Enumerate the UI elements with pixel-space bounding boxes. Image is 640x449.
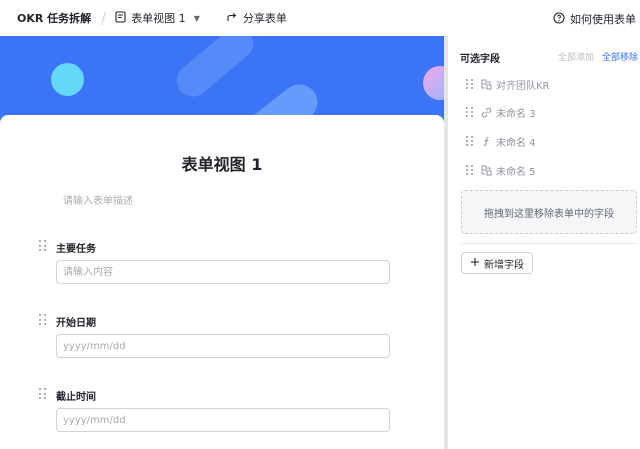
- optional-field-item[interactable]: 未命名 3: [466, 104, 636, 120]
- question-icon: [553, 11, 565, 27]
- panel-title: 可选字段: [460, 54, 500, 65]
- optional-field-item[interactable]: 未命名 5: [466, 162, 636, 178]
- banner-decoration: [170, 36, 260, 104]
- breadcrumb-separator: [101, 11, 106, 25]
- help-label: 如何使用表单: [570, 13, 636, 26]
- view-switcher[interactable]: 表单视图 1 ▼: [115, 10, 200, 26]
- form-card: 表单视图 1 请输入表单描述 主要任务 开始日期 截止时间: [0, 115, 444, 449]
- plus-icon: [470, 257, 480, 270]
- lookup-icon: [480, 164, 492, 176]
- field-label: 截止时间: [56, 392, 96, 403]
- drag-handle-icon[interactable]: [466, 136, 474, 146]
- chevron-down-icon: ▼: [193, 13, 200, 23]
- main-task-input[interactable]: [56, 260, 390, 284]
- formula-icon: [480, 135, 492, 147]
- add-all-button[interactable]: 全部添加: [558, 50, 594, 63]
- optional-field-item[interactable]: 未命名 4: [466, 133, 636, 149]
- banner-decoration: [51, 63, 84, 96]
- form-description[interactable]: 请输入表单描述: [63, 192, 133, 207]
- field-name: 未命名 3: [496, 108, 536, 120]
- drag-handle-icon[interactable]: [39, 388, 47, 400]
- field-name: 未命名 5: [496, 166, 536, 178]
- optional-field-item[interactable]: 对齐团队KR: [466, 76, 636, 92]
- drag-handle-icon[interactable]: [39, 240, 47, 252]
- app-title[interactable]: OKR 任务拆解: [17, 10, 91, 26]
- drop-zone-hint: 拖拽到这里移除表单中的字段: [484, 208, 614, 220]
- add-field-label: 新增字段: [484, 259, 524, 271]
- field-name: 未命名 4: [496, 137, 536, 149]
- link-icon: [480, 106, 492, 118]
- drag-handle-icon[interactable]: [466, 79, 474, 89]
- view-name: 表单视图 1: [131, 12, 186, 25]
- due-time-input[interactable]: [56, 408, 390, 432]
- remove-all-button[interactable]: 全部移除: [602, 50, 638, 63]
- share-label: 分享表单: [242, 12, 287, 25]
- drag-handle-icon[interactable]: [466, 165, 474, 175]
- form-view-icon: [115, 10, 126, 26]
- drag-handle-icon[interactable]: [466, 107, 474, 117]
- field-label: 主要任务: [56, 244, 96, 255]
- optional-fields-panel: 可选字段 全部添加 全部移除 对齐团队KR 未命名 3 未命名 4 未命名 5 …: [448, 36, 640, 449]
- start-date-input[interactable]: [56, 334, 390, 358]
- divider: [461, 243, 637, 244]
- form-canvas: 表单视图 1 请输入表单描述 主要任务 开始日期 截止时间: [0, 36, 444, 449]
- lookup-icon: [480, 78, 492, 90]
- help-link[interactable]: 如何使用表单: [553, 11, 636, 27]
- form-title[interactable]: 表单视图 1: [0, 151, 444, 175]
- add-field-button[interactable]: 新增字段: [461, 252, 533, 274]
- share-icon: [226, 11, 238, 26]
- field-name: 对齐团队KR: [496, 80, 550, 92]
- top-bar: OKR 任务拆解 表单视图 1 ▼ 分享表单 如何使用表单: [0, 0, 640, 36]
- drag-handle-icon[interactable]: [39, 314, 47, 326]
- remove-drop-zone[interactable]: 拖拽到这里移除表单中的字段: [461, 190, 637, 234]
- banner-decoration: [423, 66, 444, 100]
- share-form-button[interactable]: 分享表单: [226, 10, 287, 26]
- field-label: 开始日期: [56, 318, 96, 329]
